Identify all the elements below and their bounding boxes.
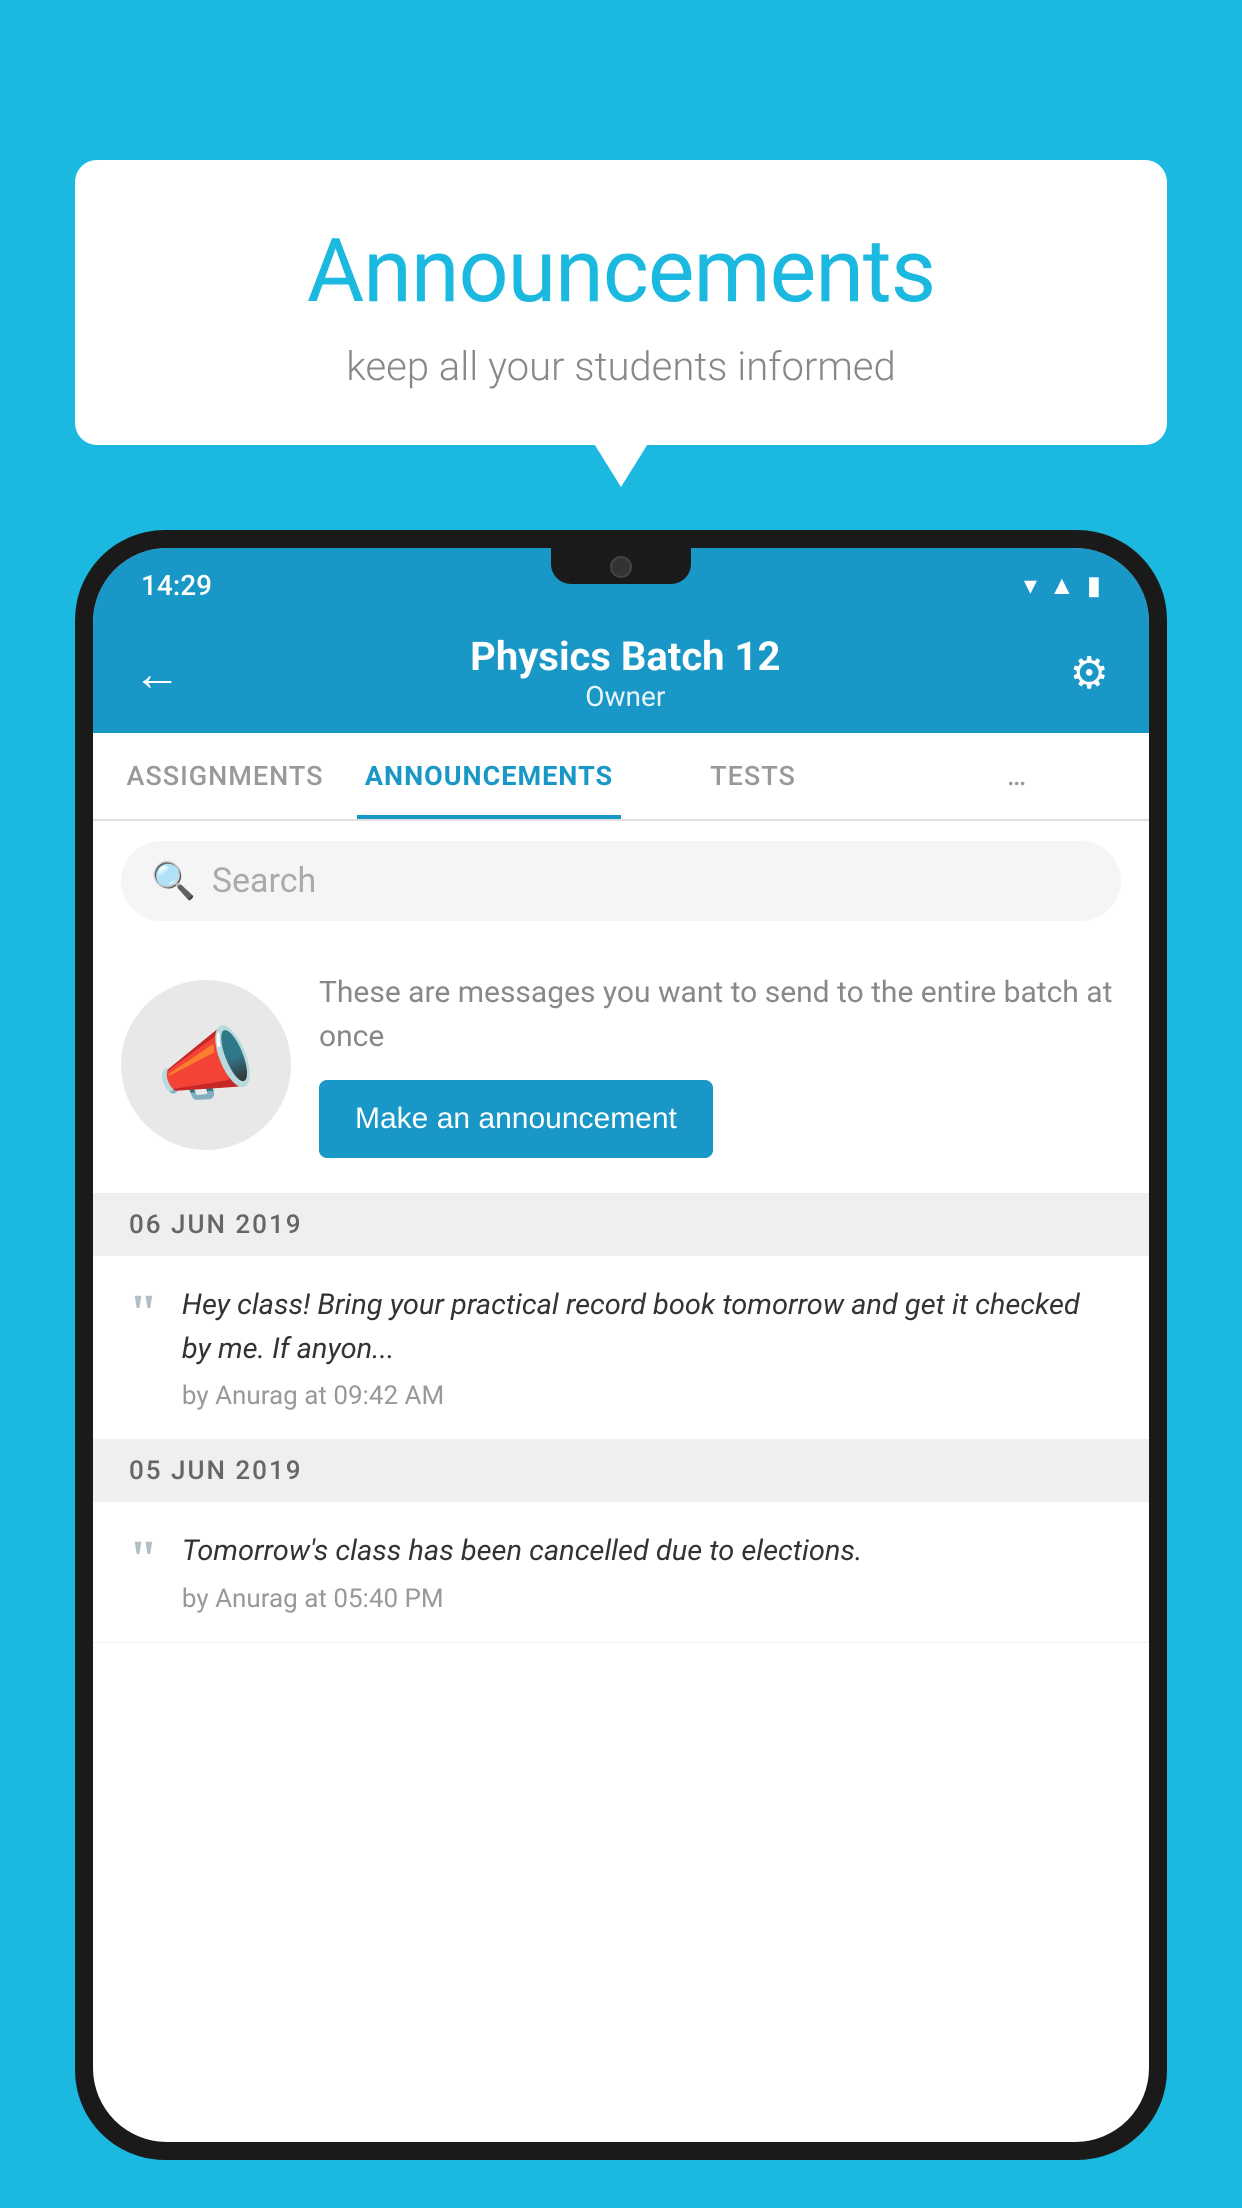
- announcement-content-2: Tomorrow's class has been cancelled due …: [182, 1530, 1113, 1614]
- battery-icon: ▮: [1087, 571, 1101, 601]
- date-divider-1: 06 JUN 2019: [93, 1194, 1149, 1256]
- back-button[interactable]: ←: [133, 645, 181, 702]
- app-header: ← Physics Batch 12 Owner ⚙: [93, 613, 1149, 733]
- promo-content: These are messages you want to send to t…: [319, 971, 1121, 1158]
- announcement-text-2: Tomorrow's class has been cancelled due …: [182, 1530, 1113, 1574]
- announcement-content-1: Hey class! Bring your practical record b…: [182, 1284, 1113, 1411]
- phone-camera: [610, 556, 632, 578]
- announcement-meta-1: by Anurag at 09:42 AM: [182, 1381, 1113, 1411]
- phone-screen: 14:29 ▾ ▲ ▮ ← Physics Batch 12 Owner ⚙: [93, 548, 1149, 2142]
- bubble-title: Announcements: [155, 220, 1087, 323]
- tab-assignments[interactable]: ASSIGNMENTS: [93, 733, 357, 819]
- quote-icon-1: ": [129, 1288, 158, 1340]
- megaphone-icon: 📣: [156, 1018, 256, 1112]
- tabs-container: ASSIGNMENTS ANNOUNCEMENTS TESTS …: [93, 733, 1149, 821]
- announcement-meta-2: by Anurag at 05:40 PM: [182, 1584, 1113, 1614]
- status-time: 14:29: [141, 569, 212, 602]
- announcement-text-1: Hey class! Bring your practical record b…: [182, 1284, 1113, 1371]
- role-label: Owner: [470, 680, 780, 713]
- tab-tests[interactable]: TESTS: [621, 733, 885, 819]
- phone-mockup: 14:29 ▾ ▲ ▮ ← Physics Batch 12 Owner ⚙: [75, 530, 1167, 2160]
- wifi-icon: ▾: [1024, 571, 1037, 601]
- promo-section: 📣 These are messages you want to send to…: [93, 941, 1149, 1194]
- quote-icon-2: ": [129, 1534, 158, 1586]
- signal-icon: ▲: [1049, 570, 1075, 601]
- search-placeholder: Search: [212, 861, 316, 901]
- date-divider-2: 05 JUN 2019: [93, 1440, 1149, 1502]
- phone-outer: 14:29 ▾ ▲ ▮ ← Physics Batch 12 Owner ⚙: [75, 530, 1167, 2160]
- search-icon: 🔍: [151, 860, 196, 902]
- promo-icon-circle: 📣: [121, 980, 291, 1150]
- batch-title: Physics Batch 12: [470, 633, 780, 680]
- tab-more[interactable]: …: [885, 733, 1149, 819]
- phone-notch: [551, 548, 691, 584]
- status-icons: ▾ ▲ ▮: [1024, 570, 1101, 601]
- speech-bubble-section: Announcements keep all your students inf…: [75, 160, 1167, 445]
- tab-announcements[interactable]: ANNOUNCEMENTS: [357, 733, 621, 819]
- make-announcement-button[interactable]: Make an announcement: [319, 1080, 713, 1158]
- announcement-item-2[interactable]: " Tomorrow's class has been cancelled du…: [93, 1502, 1149, 1643]
- promo-description: These are messages you want to send to t…: [319, 971, 1121, 1058]
- bubble-subtitle: keep all your students informed: [155, 343, 1087, 390]
- search-bar[interactable]: 🔍 Search: [121, 841, 1121, 921]
- header-center: Physics Batch 12 Owner: [470, 633, 780, 713]
- settings-icon[interactable]: ⚙: [1070, 647, 1109, 699]
- search-container: 🔍 Search: [93, 821, 1149, 941]
- speech-bubble: Announcements keep all your students inf…: [75, 160, 1167, 445]
- announcement-item-1[interactable]: " Hey class! Bring your practical record…: [93, 1256, 1149, 1440]
